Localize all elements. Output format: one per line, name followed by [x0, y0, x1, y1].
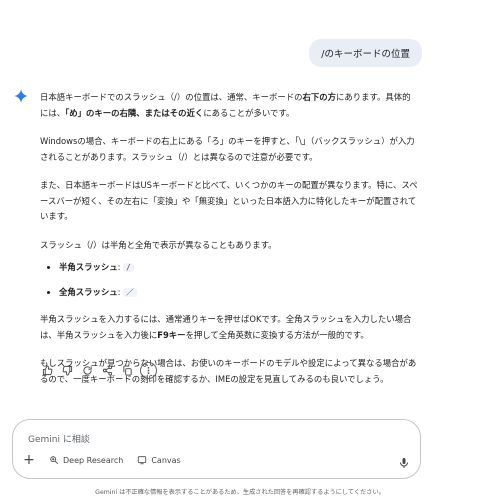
share-icon[interactable] [100, 364, 114, 378]
deep-research-icon [50, 456, 59, 465]
code-snippet: ／ [123, 287, 137, 297]
deep-research-label: Deep Research [63, 455, 124, 465]
prompt-input-box[interactable]: Gemini に相談 + Deep Research Canvas [12, 419, 421, 479]
canvas-button[interactable]: Canvas [137, 455, 181, 465]
microphone-icon[interactable] [398, 457, 410, 469]
user-message-bubble: /のキーボードの位置 [309, 39, 422, 67]
response-paragraph: 日本語キーボードでのスラッシュ（/）の位置は、通常、キーボードの右下の方にありま… [40, 92, 411, 118]
thumb-down-icon[interactable] [60, 364, 74, 378]
response-paragraph: Windowsの場合、キーボードの右上にある「ろ」のキーを押すと、「\」（バック… [40, 136, 415, 162]
thumb-up-icon[interactable] [40, 364, 54, 378]
gemini-spark-icon [14, 89, 28, 103]
response-actions [40, 362, 157, 379]
copy-icon[interactable] [120, 364, 134, 378]
canvas-label: Canvas [151, 455, 181, 465]
redo-icon[interactable] [80, 364, 94, 378]
more-vert-icon[interactable] [140, 362, 157, 379]
model-response: 日本語キーボードでのスラッシュ（/）の位置は、通常、キーボードの右下の方にありま… [40, 90, 418, 400]
response-list: 半角スラッシュ: / 全角スラッシュ: ／ [40, 260, 418, 300]
canvas-icon [138, 456, 147, 465]
code-snippet: / [123, 263, 134, 272]
deep-research-button[interactable]: Deep Research [49, 455, 123, 465]
prompt-input[interactable]: Gemini に相談 [28, 432, 90, 445]
response-paragraph: また、日本語キーボードはUSキーボードと比べて、いくつかのキーの配置が異なります… [40, 180, 418, 221]
input-toolbar: + Deep Research Canvas [23, 453, 181, 467]
add-icon[interactable]: + [23, 453, 35, 467]
response-paragraph: 半角スラッシュを入力するには、通常通りキーを押せばOKです。全角スラッシュを入力… [40, 314, 412, 340]
disclaimer-text: Gemini は不正確な情報を表示することがあるため、生成された回答を再確認する… [95, 489, 385, 496]
list-item: 全角スラッシュ: ／ [59, 285, 418, 301]
list-item: 半角スラッシュ: / [59, 260, 418, 276]
response-paragraph: スラッシュ（/）は半角と全角で表示が異なることもあります。 [40, 239, 277, 250]
